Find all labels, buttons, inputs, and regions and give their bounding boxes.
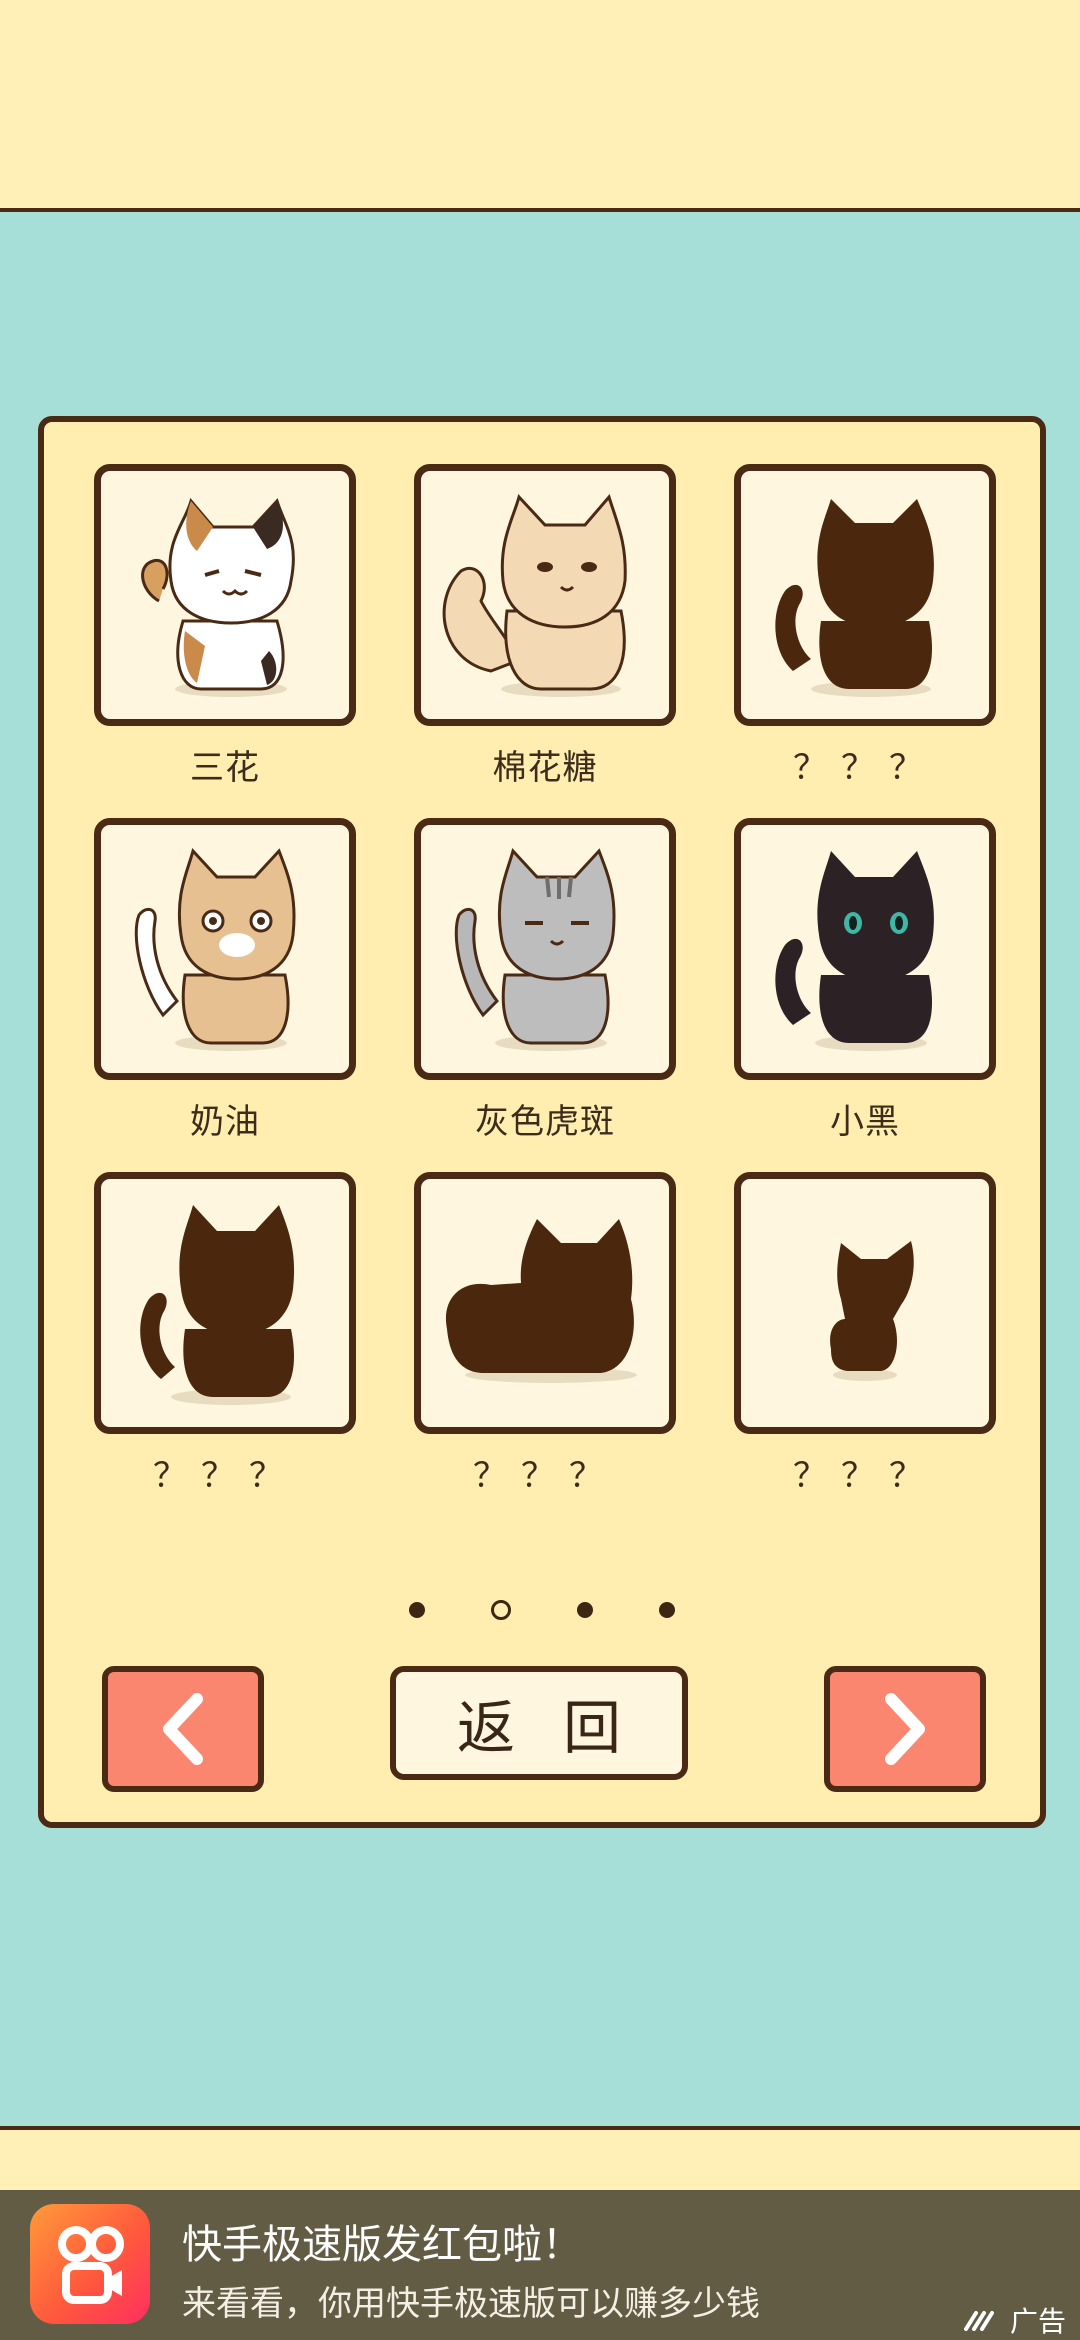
back-button[interactable]: 返回 xyxy=(390,1666,688,1780)
cat-cell-locked[interactable]: ？？？ xyxy=(734,1172,996,1497)
cat-name: 棉花糖 xyxy=(492,748,598,788)
page-indicator xyxy=(44,1600,1040,1620)
cat-card[interactable] xyxy=(94,464,356,726)
locked-cat-loaf-silhouette xyxy=(445,1219,637,1383)
cat-cell-black[interactable]: 小黑 xyxy=(734,818,996,1143)
cat-cell-locked[interactable]: ？？？ xyxy=(414,1172,676,1497)
locked-cat-silhouette xyxy=(140,1205,295,1405)
cat-cell-locked[interactable]: ？？？ xyxy=(734,464,996,789)
cat-card[interactable] xyxy=(414,818,676,1080)
ad-logo-icon xyxy=(964,2311,994,2331)
ad-banner[interactable]: 快手极速版发红包啦！ 来看看，你用快手极速版可以赚多少钱 广告 xyxy=(0,2190,1080,2340)
page-dot[interactable] xyxy=(409,1602,425,1618)
cat-card[interactable] xyxy=(414,464,676,726)
cat-name-unknown: ？？？ xyxy=(793,1456,937,1496)
black-cat-image xyxy=(775,851,934,1051)
gray-tabby-cat-image xyxy=(454,847,616,1051)
ad-tag-label: 广告 xyxy=(1010,2305,1067,2338)
cat-name: 灰色虎斑 xyxy=(475,1102,615,1142)
cat-name: 奶油 xyxy=(190,1102,260,1142)
prev-page-button[interactable] xyxy=(102,1666,264,1792)
cat-name: 小黑 xyxy=(830,1102,900,1142)
cat-cell-fluffy-cream[interactable]: 棉花糖 xyxy=(414,464,676,789)
locked-cat-silhouette xyxy=(775,499,934,697)
locked-kitten-silhouette xyxy=(830,1241,914,1381)
page-dot[interactable] xyxy=(659,1602,675,1618)
cat-cell-calico[interactable]: 三花 xyxy=(94,464,356,789)
cat-name-unknown: ？？？ xyxy=(473,1456,617,1496)
page-dot-current[interactable] xyxy=(491,1600,511,1620)
cat-cell-locked[interactable]: ？？？ xyxy=(94,1172,356,1497)
chevron-left-icon xyxy=(163,1693,203,1765)
next-page-button[interactable] xyxy=(824,1666,986,1792)
kuaishou-app-icon[interactable] xyxy=(30,2204,150,2324)
fluffy-cream-cat-image xyxy=(442,493,627,697)
cat-card[interactable] xyxy=(94,1172,356,1434)
top-banner-area xyxy=(0,0,1080,212)
cat-card[interactable] xyxy=(734,1172,996,1434)
cat-card[interactable] xyxy=(734,464,996,726)
cat-card[interactable] xyxy=(734,818,996,1080)
cat-name-unknown: ？？？ xyxy=(793,748,937,788)
cat-cell-gray-tabby[interactable]: 灰色虎斑 xyxy=(414,818,676,1143)
cat-collection-panel: 三花 棉花糖 ？？？ 奶油 灰色虎斑 小黑 ？？？ ？？？ ？？？ 返回 xyxy=(38,416,1046,1828)
cat-card[interactable] xyxy=(94,818,356,1080)
cat-name: 三花 xyxy=(190,748,260,788)
cat-name-unknown: ？？？ xyxy=(153,1456,297,1496)
cream-cat-image xyxy=(134,847,296,1051)
calico-cat-image xyxy=(141,497,295,697)
cat-cell-cream[interactable]: 奶油 xyxy=(94,818,356,1143)
ad-title[interactable]: 快手极速版发红包啦！ xyxy=(182,2212,582,2270)
ad-tag: 广告 xyxy=(964,2300,1066,2340)
page-dot[interactable] xyxy=(577,1602,593,1618)
cat-card[interactable] xyxy=(414,1172,676,1434)
ad-subtitle[interactable]: 来看看，你用快手极速版可以赚多少钱 xyxy=(182,2276,760,2325)
chevron-right-icon xyxy=(885,1693,925,1765)
